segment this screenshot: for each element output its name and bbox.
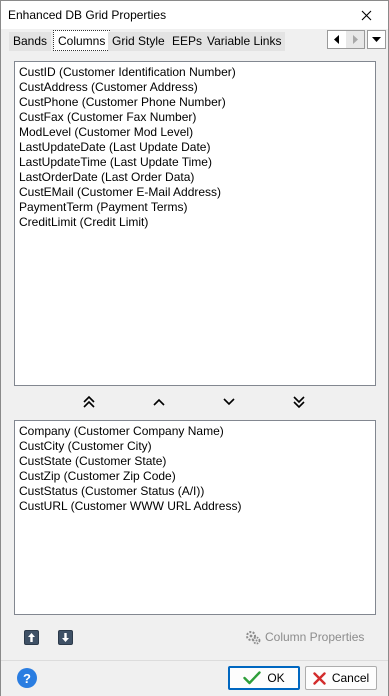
list-item[interactable]: CustPhone (Customer Phone Number): [19, 95, 375, 110]
dialog-footer: ? OK Cancel: [1, 660, 388, 696]
help-icon[interactable]: ?: [17, 668, 37, 688]
list-item[interactable]: CustURL (Customer WWW URL Address): [19, 499, 375, 514]
dialog-window: Enhanced DB Grid Properties Bands Column…: [0, 0, 389, 696]
tab-scroll-right-button[interactable]: [346, 31, 364, 48]
list-item[interactable]: LastUpdateDate (Last Update Date): [19, 140, 375, 155]
tab-bands[interactable]: Bands: [9, 32, 52, 51]
tab-variable-links[interactable]: Variable Links: [203, 32, 286, 51]
arrow-up-box-icon: [23, 629, 39, 645]
list-item[interactable]: ModLevel (Customer Mod Level): [19, 125, 375, 140]
move-down-button[interactable]: [217, 392, 241, 412]
list-item[interactable]: CustStatus (Customer Status (A/I)): [19, 484, 375, 499]
tab-scroll-pair: [327, 30, 365, 49]
tab-strip: Bands Columns Grid Style EEPs Variable L…: [1, 29, 388, 51]
move-row-down-button[interactable]: [56, 628, 74, 646]
chevron-down-icon: [223, 398, 235, 406]
chevron-up-icon: [153, 398, 165, 406]
list-item[interactable]: CustFax (Customer Fax Number): [19, 110, 375, 125]
available-columns-list[interactable]: CustID (Customer Identification Number) …: [14, 61, 376, 386]
gears-icon: [246, 630, 261, 644]
move-all-down-button[interactable]: [287, 392, 311, 412]
move-row-up-button[interactable]: [22, 628, 40, 646]
title-bar: Enhanced DB Grid Properties: [1, 1, 388, 29]
double-chevron-down-icon: [293, 396, 305, 409]
list-item[interactable]: LastUpdateTime (Last Update Time): [19, 155, 375, 170]
arrow-down-box-icon: [57, 629, 73, 645]
tab-eeps[interactable]: EEPs: [168, 32, 207, 51]
list-item[interactable]: CustEMail (Customer E-Mail Address): [19, 185, 375, 200]
tab-grid-style[interactable]: Grid Style: [108, 32, 169, 51]
cancel-button[interactable]: Cancel: [305, 666, 377, 690]
list-item[interactable]: CustCity (Customer City): [19, 439, 375, 454]
list-item[interactable]: CustState (Customer State): [19, 454, 375, 469]
window-title: Enhanced DB Grid Properties: [8, 8, 167, 22]
close-button[interactable]: [344, 1, 388, 29]
cancel-label: Cancel: [331, 671, 370, 685]
tab-scroll-controls: [327, 30, 386, 49]
checkmark-icon: [243, 671, 262, 685]
double-chevron-up-icon: [83, 395, 95, 408]
tab-scroll-left-button[interactable]: [328, 31, 346, 48]
triangle-down-icon: [372, 36, 381, 42]
tab-columns[interactable]: Columns: [53, 30, 111, 51]
list-item[interactable]: Company (Customer Company Name): [19, 424, 375, 439]
red-x-icon: [313, 671, 326, 685]
selected-columns-list[interactable]: Company (Customer Company Name) CustCity…: [14, 420, 376, 615]
list-item[interactable]: CustAddress (Customer Address): [19, 80, 375, 95]
triangle-left-icon: [334, 35, 339, 44]
ok-button[interactable]: OK: [228, 666, 300, 690]
list-item[interactable]: LastOrderDate (Last Order Data): [19, 170, 375, 185]
list-item[interactable]: CustID (Customer Identification Number): [19, 65, 375, 80]
move-up-button[interactable]: [147, 392, 171, 412]
ok-label: OK: [267, 671, 285, 685]
list-item[interactable]: CustZip (Customer Zip Code): [19, 469, 375, 484]
list-item[interactable]: CreditLimit (Credit Limit): [19, 215, 375, 230]
column-properties-label: Column Properties: [265, 630, 365, 644]
list-item[interactable]: PaymentTerm (Payment Terms): [19, 200, 375, 215]
move-all-up-button[interactable]: [77, 392, 101, 412]
columns-panel: CustID (Customer Identification Number) …: [1, 51, 388, 660]
triangle-right-icon: [353, 35, 358, 44]
column-properties-button[interactable]: Column Properties: [245, 628, 364, 646]
close-icon: [361, 10, 371, 20]
tab-list-dropdown-button[interactable]: [367, 30, 386, 49]
